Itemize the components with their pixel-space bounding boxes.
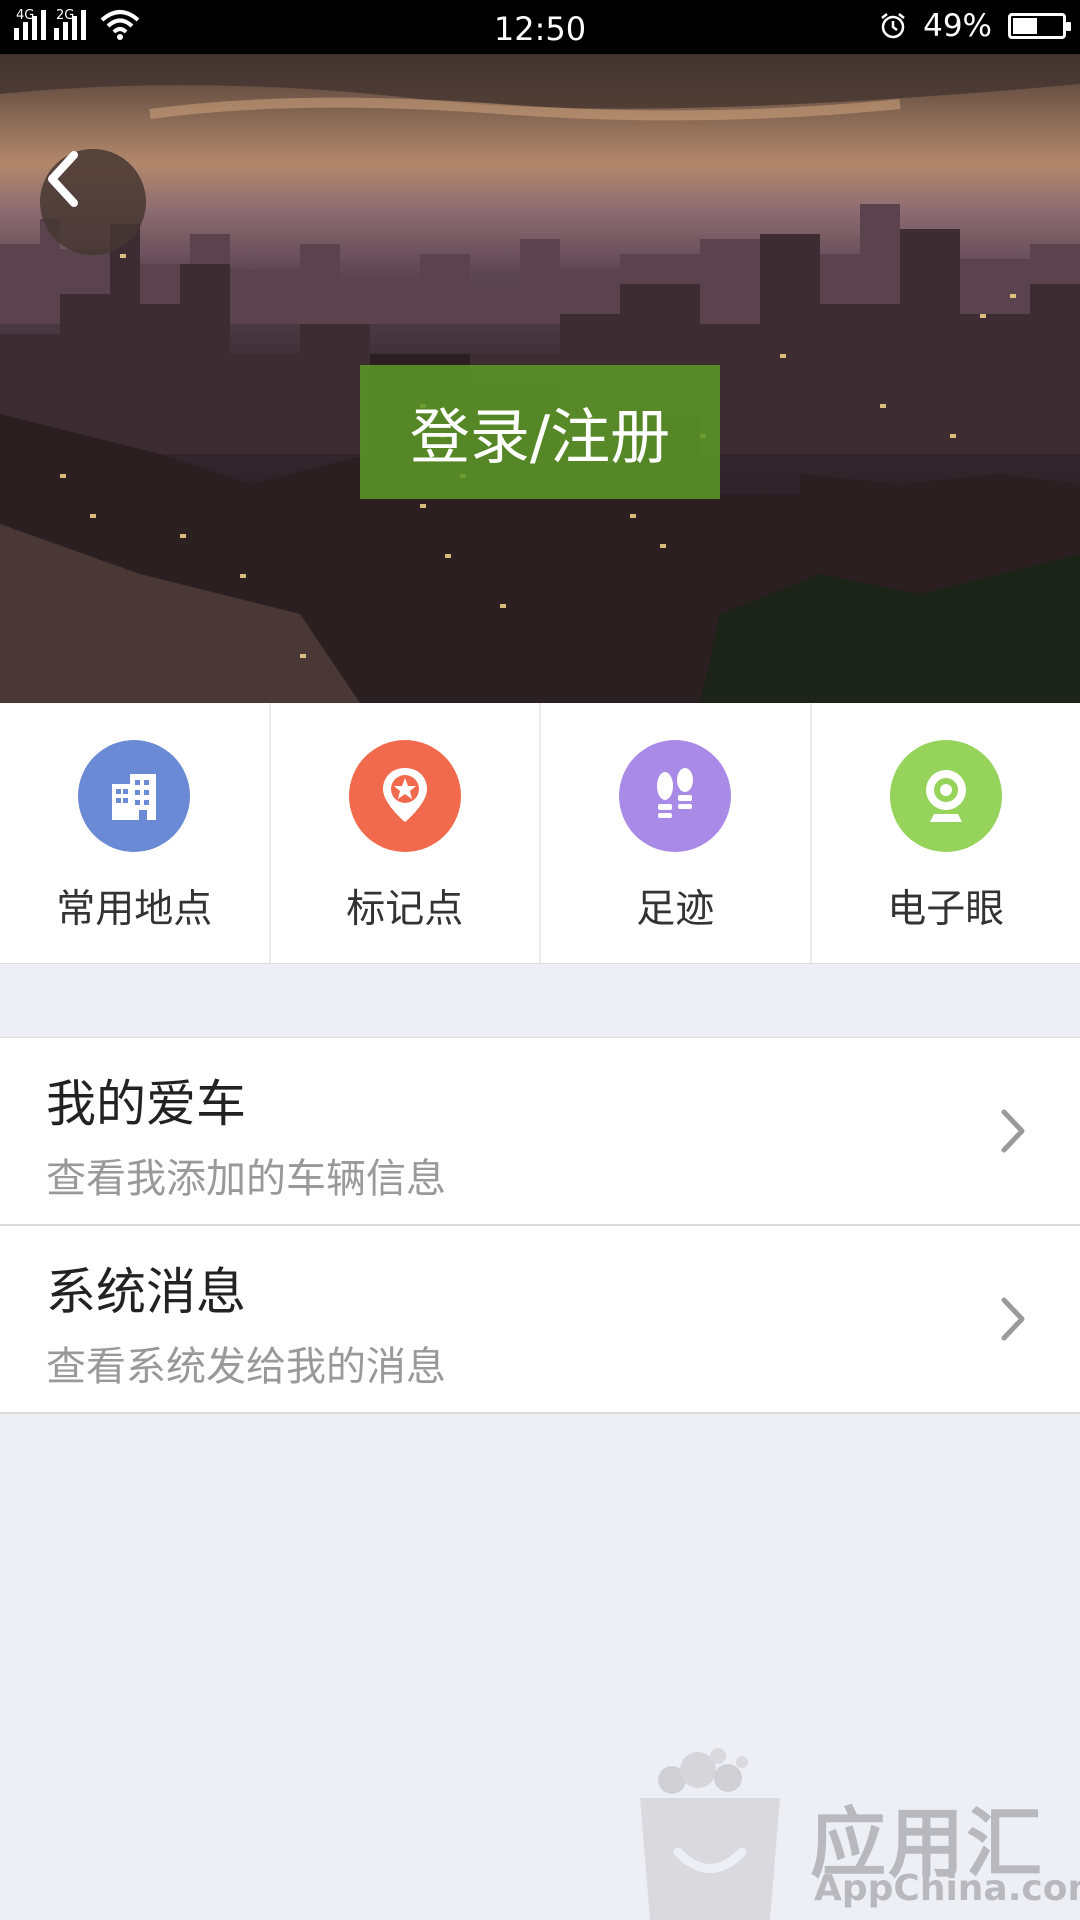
watermark-name-en: AppChina.com <box>814 1868 1080 1909</box>
appchina-watermark: 应用汇 AppChina.com <box>630 1740 1080 1920</box>
webcam-icon <box>889 740 1002 852</box>
status-bar: 4G 2G 12:50 49% <box>0 0 1080 54</box>
list-item-title: 系统消息 <box>46 1263 246 1321</box>
list-item-subtitle: 查看系统发给我的消息 <box>46 1344 446 1390</box>
pin-star-icon <box>348 740 461 852</box>
shortcut-label: 足迹 <box>636 887 715 932</box>
shortcut-favorite-places[interactable]: 常用地点 <box>0 703 269 963</box>
alarm-icon <box>881 13 905 39</box>
footprints-icon <box>619 740 732 852</box>
chevron-right-icon <box>1001 1109 1025 1153</box>
header-banner: 登录/注册 <box>0 54 1080 703</box>
shortcut-footprints[interactable]: 足迹 <box>539 703 810 963</box>
webcam-glyph <box>925 770 966 822</box>
footprints-glyph <box>657 768 694 818</box>
shortcut-label: 电子眼 <box>887 887 1005 932</box>
chevron-right-icon <box>1001 1297 1025 1341</box>
shortcut-label: 常用地点 <box>56 887 213 932</box>
battery-icon <box>1008 13 1071 39</box>
chevron-left-icon <box>48 151 78 207</box>
shortcut-label: 标记点 <box>346 887 464 932</box>
list-item-my-car[interactable]: 我的爱车 查看我添加的车辆信息 <box>0 1038 1080 1226</box>
pin-star-glyph <box>382 768 427 822</box>
shortcut-marked-points[interactable]: 标记点 <box>268 703 540 963</box>
shopping-bag-logo-icon <box>640 1748 780 1920</box>
login-register-button[interactable]: 登录/注册 <box>360 365 720 499</box>
shortcut-traffic-camera[interactable]: 电子眼 <box>809 703 1080 963</box>
building-glyph <box>112 774 157 820</box>
back-button[interactable] <box>40 149 146 255</box>
shortcut-grid: 常用地点 标记点 足迹 电子眼 <box>0 703 1080 964</box>
battery-percent: 49% <box>923 8 992 44</box>
building-icon <box>78 740 191 852</box>
list-item-subtitle: 查看我添加的车辆信息 <box>46 1156 446 1202</box>
settings-list: 我的爱车 查看我添加的车辆信息 系统消息 查看系统发给我的消息 <box>0 1037 1080 1414</box>
list-item-title: 我的爱车 <box>46 1075 246 1133</box>
list-item-system-messages[interactable]: 系统消息 查看系统发给我的消息 <box>0 1226 1080 1414</box>
battery-level <box>1013 18 1037 34</box>
